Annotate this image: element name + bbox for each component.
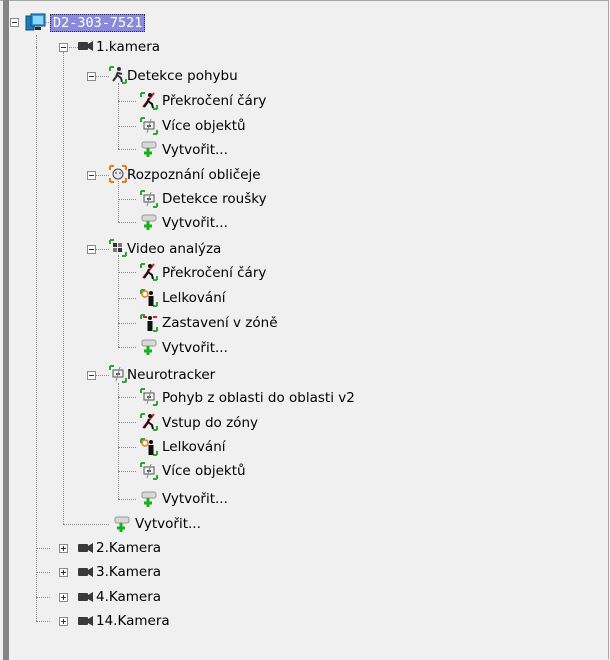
- camera-icon: [77, 39, 97, 59]
- detector-label[interactable]: Rozpoznání obličeje: [127, 166, 261, 184]
- area-to-area-icon: [139, 387, 159, 407]
- expand-toggle[interactable]: [59, 593, 68, 602]
- loitering-icon: [139, 437, 159, 457]
- video-analytics-icon: [108, 238, 128, 258]
- camera-label[interactable]: 14.Kamera: [96, 612, 170, 630]
- mask-detection-icon: [139, 189, 159, 209]
- tree-line: [118, 298, 136, 299]
- event-label[interactable]: Překročení čáry: [162, 92, 266, 110]
- tree-line: [118, 323, 136, 324]
- expand-toggle[interactable]: [59, 617, 68, 626]
- create-label[interactable]: Vytvořit...: [162, 141, 228, 159]
- detector-label[interactable]: Neurotracker: [127, 366, 215, 384]
- tree-line: [118, 347, 136, 348]
- event-label[interactable]: Vstup do zóny: [162, 414, 258, 432]
- event-label[interactable]: Pohyb z oblasti do oblasti v2: [162, 389, 355, 407]
- tree-line: [118, 471, 136, 472]
- face-recognition-icon: [108, 164, 128, 184]
- camera-icon: [77, 614, 97, 634]
- event-label[interactable]: Lelkování: [162, 438, 226, 456]
- camera-label[interactable]: 1.kamera: [96, 38, 160, 56]
- server-icon: [25, 12, 46, 32]
- create-icon[interactable]: [139, 489, 159, 509]
- create-icon[interactable]: [139, 337, 159, 357]
- create-icon[interactable]: [139, 139, 159, 159]
- collapse-toggle[interactable]: [87, 245, 96, 254]
- tree-line: [118, 199, 136, 200]
- tree-line: [118, 272, 136, 273]
- neurotracker-icon: [108, 364, 128, 384]
- line-crossing-icon: [139, 91, 159, 111]
- create-icon[interactable]: [112, 514, 132, 534]
- tree-line: [118, 499, 136, 500]
- stop-in-zone-icon: [139, 313, 159, 333]
- zone-entry-icon: [139, 412, 159, 432]
- event-label[interactable]: Překročení čáry: [162, 264, 266, 282]
- object-tree[interactable]: D2-303-7521 1.kamera Detekce pohybu Přek…: [0, 0, 600, 660]
- tree-line: [36, 47, 37, 621]
- tree-line: [118, 397, 136, 398]
- tree-line: [118, 83, 119, 149]
- create-label[interactable]: Vytvořit...: [162, 214, 228, 232]
- create-label[interactable]: Vytvořit...: [135, 515, 201, 533]
- event-label[interactable]: Lelkování: [162, 289, 226, 307]
- event-label[interactable]: Více objektů: [162, 462, 246, 480]
- collapse-toggle[interactable]: [87, 371, 96, 380]
- camera-icon: [77, 541, 97, 561]
- create-label[interactable]: Vytvořit...: [162, 339, 228, 357]
- camera-label[interactable]: 4.Kamera: [96, 588, 161, 606]
- loitering-icon: [139, 288, 159, 308]
- camera-label[interactable]: 2.Kamera: [96, 539, 161, 557]
- camera-label[interactable]: 3.Kamera: [96, 563, 161, 581]
- tree-line: [118, 149, 136, 150]
- expand-toggle[interactable]: [59, 544, 68, 553]
- line-crossing-icon: [139, 262, 159, 282]
- tree-line: [118, 101, 136, 102]
- tree-line: [118, 181, 119, 222]
- expand-toggle[interactable]: [59, 568, 68, 577]
- event-label[interactable]: Více objektů: [162, 117, 246, 135]
- tree-line: [63, 52, 64, 524]
- detector-label[interactable]: Video analýza: [127, 240, 221, 258]
- tree-line: [118, 422, 136, 423]
- tree-line: [36, 548, 50, 549]
- event-label[interactable]: Detekce roušky: [162, 190, 267, 208]
- tree-line: [118, 222, 136, 223]
- multiple-objects-icon: [139, 116, 159, 136]
- create-label[interactable]: Vytvořit...: [162, 490, 228, 508]
- camera-icon: [77, 565, 97, 585]
- tree-line: [118, 383, 119, 499]
- multiple-objects-icon: [139, 461, 159, 481]
- motion-detection-icon: [108, 65, 128, 85]
- collapse-toggle[interactable]: [10, 18, 19, 27]
- tree-line: [118, 255, 119, 347]
- collapse-toggle[interactable]: [87, 171, 96, 180]
- tree-line: [36, 572, 50, 573]
- tree-line: [63, 524, 109, 525]
- tree-line: [36, 597, 50, 598]
- tree-line: [118, 447, 136, 448]
- event-label[interactable]: Zastavení v zóně: [162, 314, 278, 332]
- detector-label[interactable]: Detekce pohybu: [127, 67, 238, 85]
- create-icon[interactable]: [139, 212, 159, 232]
- collapse-toggle[interactable]: [59, 43, 68, 52]
- tree-line: [118, 126, 136, 127]
- collapse-toggle[interactable]: [87, 72, 96, 81]
- server-label[interactable]: D2-303-7521: [50, 14, 146, 32]
- tree-line: [36, 621, 50, 622]
- camera-icon: [77, 590, 97, 610]
